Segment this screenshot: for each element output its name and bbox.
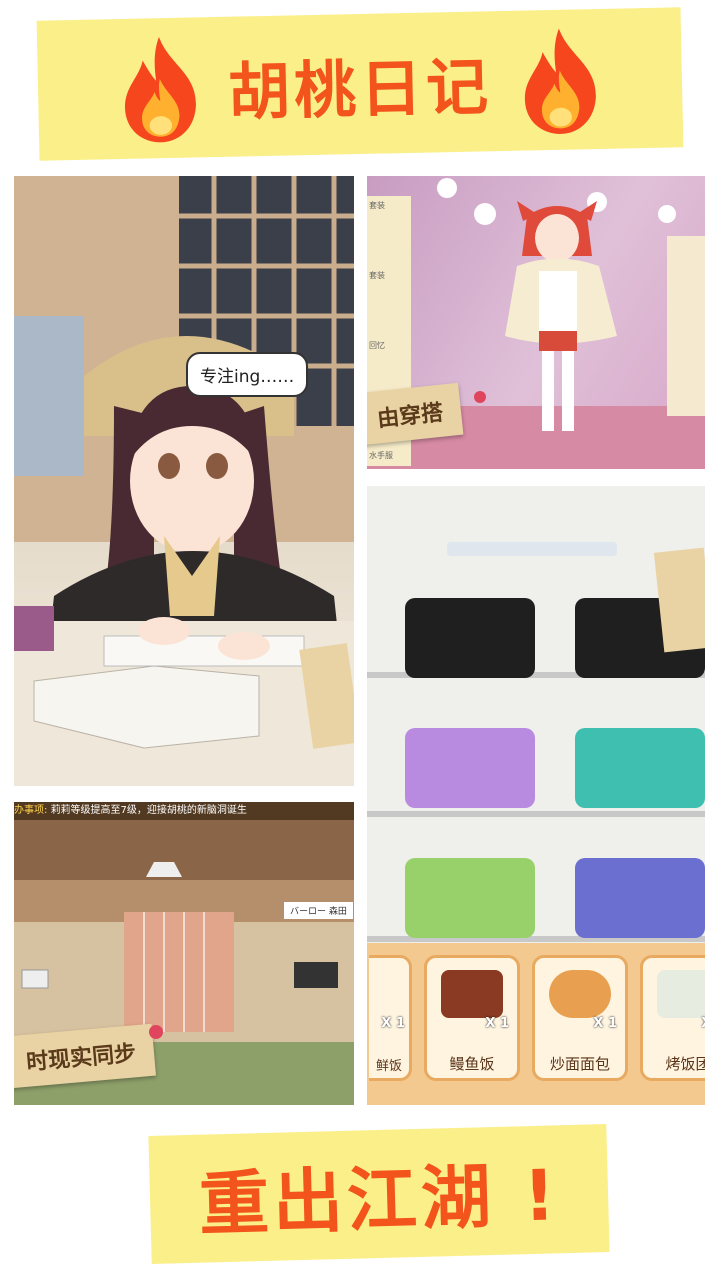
food-item[interactable]: X 1 炒面面包 [532,955,628,1081]
eel-rice-image [441,970,503,1018]
bento-box[interactable] [405,728,535,808]
pin-icon [474,391,486,403]
dressup-screenshot: 套装 套装 回忆 水手服 由穿搭 [367,176,705,469]
food-count: X 1 [485,1016,509,1031]
food-tray: X 1 鲜饭 X 1 鳗鱼饭 X 1 炒面面包 X 8 烤饭团 [367,943,705,1105]
food-count: X 1 [593,1016,617,1031]
closet-item[interactable]: 套装 [369,270,385,281]
food-item[interactable]: X 1 鲜饭 [369,955,412,1081]
task-bar: 办事项: 莉莉等级提高至7级，迎接胡桃的新脑洞诞生 [14,802,354,820]
fire-icon [124,36,196,143]
fire-icon [524,28,596,134]
bento-box[interactable] [575,858,705,938]
dressup-caption: 由穿搭 [367,382,464,446]
study-screenshot: 专注ing…… [14,176,354,786]
room-screenshot: 办事项: 莉莉等级提高至7级，迎接胡桃的新脑洞诞生 バーロー 森田 时现实同步 [14,802,354,1105]
slogan-text: 重出江湖 ! [197,1153,561,1246]
food-name: 烤饭团 [665,1055,705,1073]
rice-ball-image [657,970,705,1018]
fridge-screenshot: X 1 鲜饭 X 1 鳗鱼饭 X 1 炒面面包 X 8 烤饭团 [367,486,705,1105]
bento-box[interactable] [575,728,705,808]
closet-item[interactable]: 套装 [369,200,385,211]
fridge-light [447,542,617,556]
closet-item[interactable]: 水手服 [369,450,393,461]
study-scene [14,176,354,786]
food-item[interactable]: X 8 烤饭团 [640,955,705,1081]
task-text: 莉莉等级提高至7级，迎接胡桃的新脑洞诞生 [50,805,247,816]
food-name: 鳗鱼饭 [449,1055,495,1073]
task-label: 办事项: [14,805,48,816]
speech-bubble: 专注ing…… [186,352,309,397]
room-sign: バーロー 森田 [284,902,353,919]
bento-box[interactable] [405,598,535,678]
fridge-shelf [367,811,705,817]
food-count: X 1 [381,1016,405,1031]
food-count: X 8 [701,1016,705,1031]
game-title: 胡桃日记 [227,50,493,129]
noodle-bread-image [549,970,611,1018]
title-banner: 胡桃日记 [36,7,684,161]
food-name: 炒面面包 [549,1055,610,1073]
food-item[interactable]: X 1 鳗鱼饭 [424,955,520,1081]
pin-icon [149,1025,163,1039]
slogan-banner: 重出江湖 ! [148,1124,610,1264]
bento-box[interactable] [405,858,535,938]
food-name: 鲜饭 [375,1059,402,1074]
closet-item[interactable]: 回忆 [369,340,385,351]
